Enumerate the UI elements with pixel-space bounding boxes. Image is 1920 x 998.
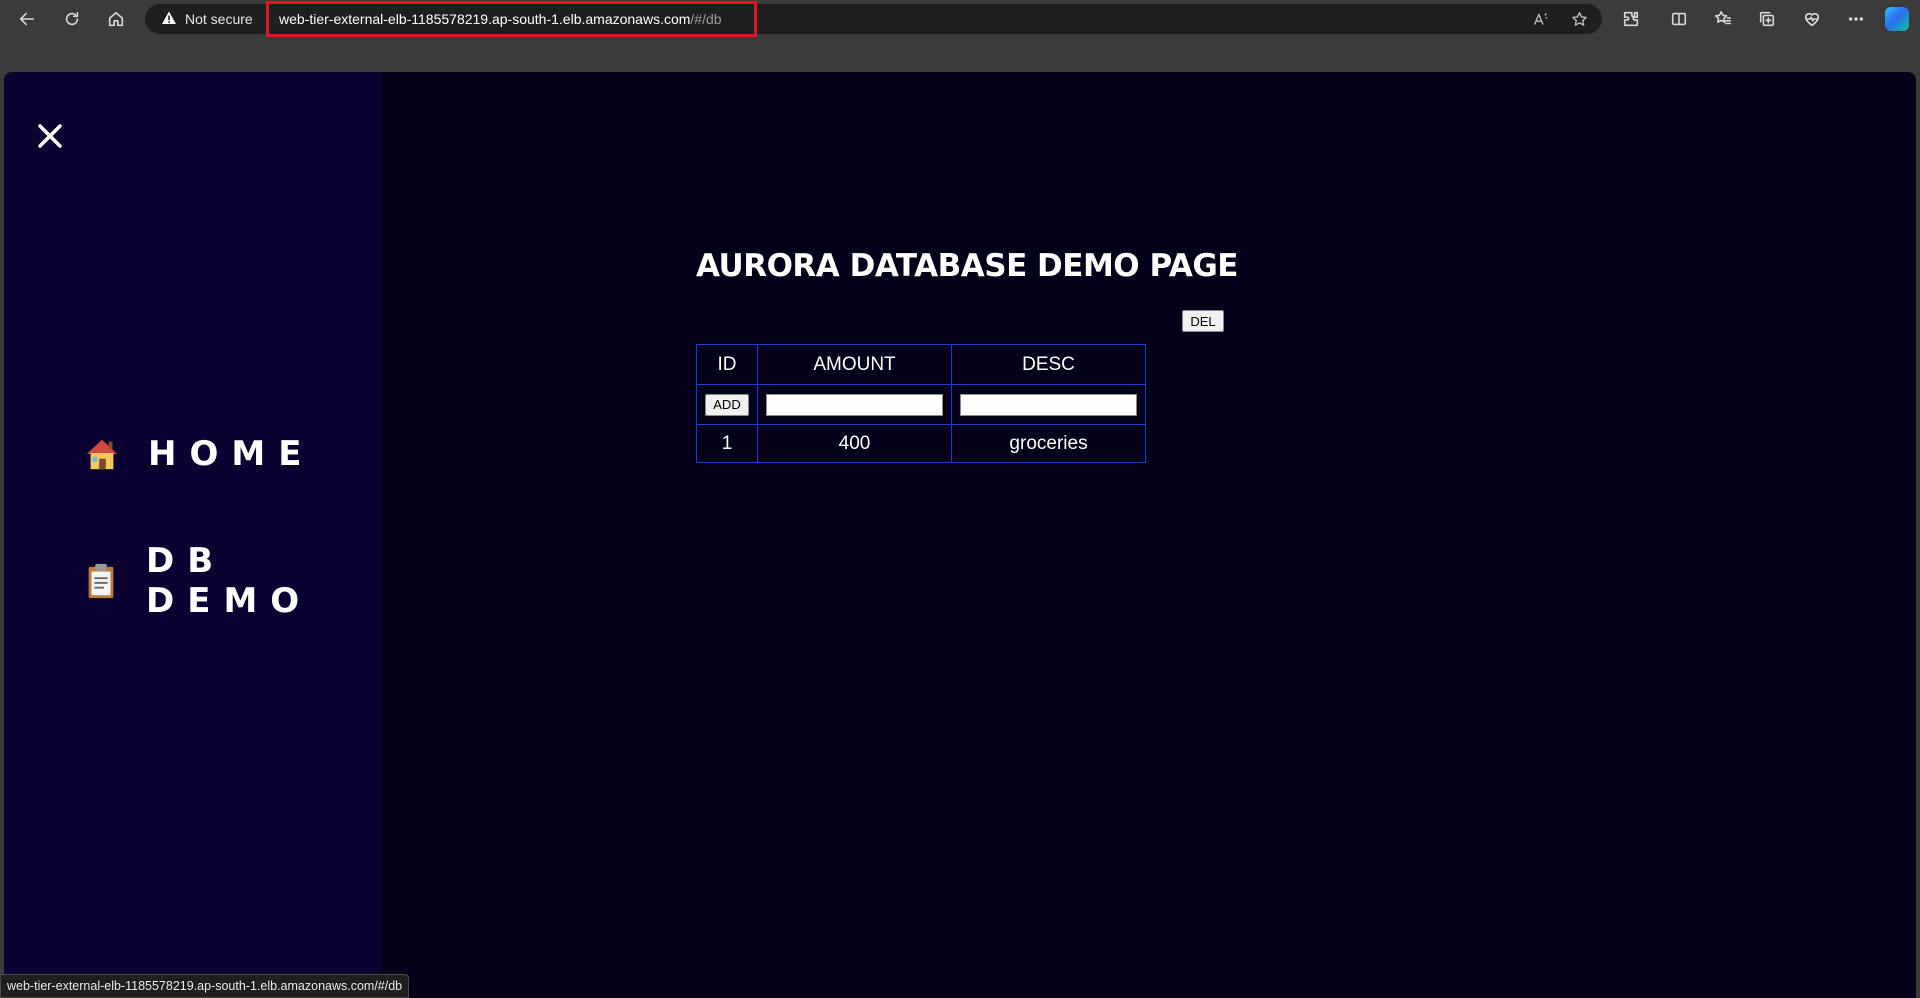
favorite-star-icon[interactable] bbox=[1568, 8, 1590, 30]
read-aloud-icon[interactable] bbox=[1529, 8, 1551, 30]
header-amount: AMOUNT bbox=[757, 344, 952, 385]
cell-amount: 400 bbox=[757, 424, 952, 463]
add-button[interactable]: ADD bbox=[705, 393, 749, 416]
amount-cell bbox=[757, 384, 952, 425]
sidebar-item-db-demo[interactable]: DB DEMO bbox=[82, 541, 382, 621]
amount-input[interactable] bbox=[766, 393, 943, 416]
table-row: 1 400 groceries bbox=[696, 424, 1146, 463]
favorites-icon[interactable] bbox=[1708, 4, 1738, 34]
browser-toolbar: Not secure web-tier-external-elb-1185578… bbox=[0, 0, 1920, 38]
sidebar-item-label: DB DEMO bbox=[146, 541, 313, 621]
warning-triangle-icon bbox=[161, 10, 177, 29]
collections-icon[interactable] bbox=[1752, 4, 1782, 34]
table-header-row: ID AMOUNT DESC bbox=[696, 344, 1146, 385]
reload-icon[interactable] bbox=[57, 4, 87, 34]
add-cell: ADD bbox=[696, 384, 758, 425]
back-arrow-icon[interactable] bbox=[12, 4, 42, 34]
url-path: /#/db bbox=[690, 11, 722, 27]
desc-cell bbox=[951, 384, 1146, 425]
clipboard-icon bbox=[82, 561, 120, 601]
sidebar: HOME DB DEMO bbox=[4, 72, 382, 998]
split-screen-icon[interactable] bbox=[1664, 4, 1694, 34]
browser-essentials-icon[interactable] bbox=[1797, 4, 1827, 34]
more-options-icon[interactable] bbox=[1841, 4, 1871, 34]
url-host: web-tier-external-elb-1185578219.ap-sout… bbox=[279, 11, 691, 27]
site-security-indicator[interactable]: Not secure bbox=[161, 4, 253, 34]
home-icon[interactable] bbox=[101, 4, 131, 34]
header-desc: DESC bbox=[951, 344, 1146, 385]
status-bar-url: web-tier-external-elb-1185578219.ap-sout… bbox=[0, 974, 410, 998]
cell-desc: groceries bbox=[951, 424, 1146, 463]
sidebar-item-label: HOME bbox=[148, 434, 315, 474]
house-icon bbox=[82, 434, 122, 474]
data-table: ID AMOUNT DESC ADD 1 400 groceries bbox=[696, 344, 1146, 463]
desc-input[interactable] bbox=[960, 393, 1137, 416]
page-viewport: HOME DB DEMO AURORA DATABASE DEMO PAGE D… bbox=[4, 72, 1916, 998]
url-highlight-box[interactable]: web-tier-external-elb-1185578219.ap-sout… bbox=[266, 1, 757, 37]
header-id: ID bbox=[696, 344, 758, 385]
cell-id: 1 bbox=[696, 424, 758, 463]
input-row: ADD bbox=[696, 384, 1146, 425]
delete-button[interactable]: DEL bbox=[1182, 310, 1224, 332]
extensions-icon[interactable] bbox=[1616, 4, 1646, 34]
close-icon[interactable] bbox=[32, 118, 68, 154]
address-bar[interactable]: Not secure web-tier-external-elb-1185578… bbox=[145, 1, 1602, 37]
security-label: Not secure bbox=[185, 11, 253, 27]
page-title: AURORA DATABASE DEMO PAGE bbox=[696, 248, 1238, 284]
sidebar-item-home[interactable]: HOME bbox=[82, 434, 314, 474]
copilot-icon[interactable] bbox=[1885, 7, 1909, 31]
main-content: AURORA DATABASE DEMO PAGE DEL ID AMOUNT … bbox=[382, 72, 1916, 998]
